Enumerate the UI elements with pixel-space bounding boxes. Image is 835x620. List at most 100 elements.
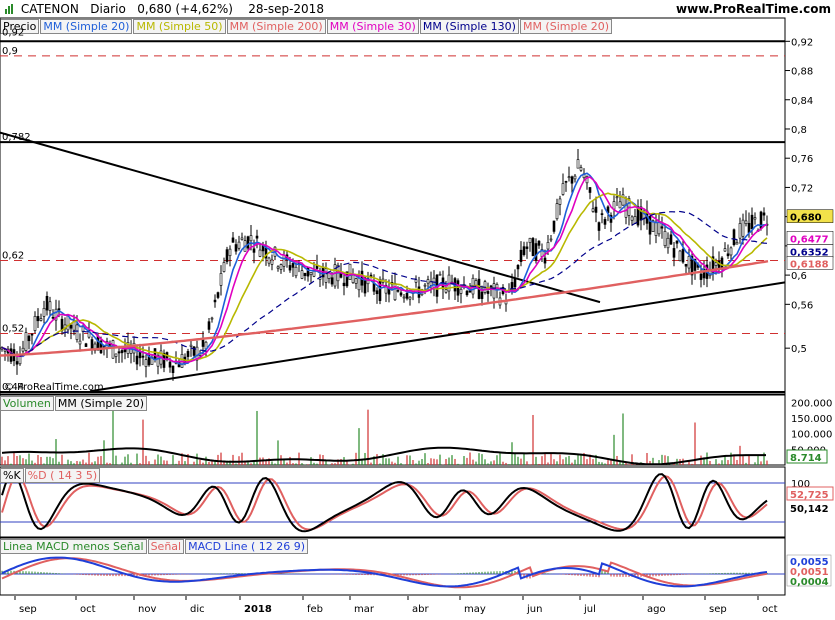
candle-body bbox=[615, 196, 619, 199]
candle-body bbox=[567, 176, 571, 179]
candle-body bbox=[120, 350, 124, 354]
volume-tick-label: 100.000 bbox=[791, 430, 832, 441]
candle-body bbox=[222, 262, 226, 272]
candle-body bbox=[117, 351, 121, 354]
candle-body bbox=[549, 238, 553, 241]
candle-body bbox=[141, 355, 145, 358]
price-panel-frame bbox=[0, 17, 786, 395]
candle-body bbox=[573, 175, 577, 180]
stochastic-legend-item[interactable]: %K bbox=[0, 468, 24, 483]
candle-body bbox=[639, 206, 643, 221]
price-tick-label: 0,92 bbox=[791, 37, 813, 48]
candle-body bbox=[594, 206, 598, 213]
candle-body bbox=[657, 221, 661, 235]
volume-box-label: 8.714 bbox=[790, 453, 822, 464]
x-axis-label: oct bbox=[762, 604, 778, 615]
candle-body bbox=[267, 257, 271, 264]
x-axis-label: feb bbox=[307, 604, 323, 615]
candle-body bbox=[18, 356, 22, 365]
price-box-label: 0,6477 bbox=[790, 234, 829, 245]
candle-body bbox=[36, 316, 40, 322]
candle-body bbox=[309, 272, 313, 275]
macd-legend-item[interactable]: MACD Line ( 12 26 9) bbox=[185, 539, 309, 554]
price-tick-label: 0,72 bbox=[791, 183, 813, 194]
candle-body bbox=[255, 235, 259, 239]
x-axis-label: sep bbox=[709, 604, 727, 615]
x-axis-label: mar bbox=[354, 604, 375, 615]
candle-body bbox=[51, 316, 55, 319]
candle-body bbox=[246, 236, 250, 249]
candle-body bbox=[78, 340, 82, 345]
candle-body bbox=[414, 279, 418, 283]
candle-body bbox=[492, 283, 496, 299]
candle-body bbox=[669, 234, 673, 245]
candle-body bbox=[216, 292, 220, 298]
down-trend-line bbox=[0, 131, 601, 304]
candle-body bbox=[27, 335, 31, 342]
candle-body bbox=[744, 220, 748, 224]
candle-body bbox=[678, 250, 682, 262]
candle-body bbox=[144, 359, 148, 367]
candle-body bbox=[426, 279, 430, 284]
x-axis-label: jul bbox=[583, 604, 596, 615]
candle-body bbox=[741, 219, 745, 237]
x-axis-label: nov bbox=[138, 604, 156, 615]
candle-body bbox=[48, 301, 52, 311]
candle-body bbox=[186, 351, 190, 357]
candle-body bbox=[663, 231, 667, 247]
candle-body bbox=[666, 237, 670, 249]
volume-tick-label: 150.000 bbox=[791, 414, 832, 425]
candle-body bbox=[252, 248, 256, 253]
volume-legend-item[interactable]: MM (Simple 20) bbox=[54, 396, 148, 411]
candle-body bbox=[213, 299, 217, 303]
candle-body bbox=[168, 361, 172, 368]
macd-legend-item[interactable]: Señal bbox=[147, 539, 185, 554]
candle-body bbox=[558, 198, 562, 205]
price-box-label: 0,680 bbox=[790, 213, 822, 224]
candle-body bbox=[729, 247, 733, 256]
candle-body bbox=[111, 340, 115, 359]
candle-body bbox=[240, 237, 244, 240]
candle-body bbox=[75, 324, 79, 340]
candle-body bbox=[531, 238, 535, 257]
candle-body bbox=[30, 333, 34, 336]
candle-body bbox=[393, 283, 397, 301]
price-tick-label: 0,8 bbox=[791, 125, 807, 136]
candle-body bbox=[726, 253, 730, 257]
candle-body bbox=[138, 351, 142, 359]
stochastic-legend-item[interactable]: %D ( 14 3 5) bbox=[24, 468, 101, 483]
candle-body bbox=[723, 248, 727, 252]
macd-legend-item[interactable]: Linea MACD menos Señal bbox=[0, 539, 147, 554]
candle-body bbox=[555, 203, 559, 220]
candle-body bbox=[552, 220, 556, 232]
stoch-box-label: 52,725 bbox=[790, 490, 829, 501]
level-label: 0,92 bbox=[2, 28, 24, 39]
candle-body bbox=[153, 348, 157, 359]
candle-body bbox=[237, 241, 241, 249]
candle-body bbox=[579, 167, 583, 171]
candle-body bbox=[738, 223, 742, 239]
candle-body bbox=[630, 216, 634, 221]
candle-body bbox=[171, 365, 175, 374]
candle-body bbox=[681, 249, 685, 263]
candle-body bbox=[324, 268, 328, 283]
candle-body bbox=[516, 264, 520, 270]
candle-body bbox=[672, 248, 676, 258]
candle-body bbox=[522, 246, 526, 255]
candle-body bbox=[348, 263, 352, 280]
macd-box-label: 0,0004 bbox=[790, 577, 829, 588]
candle-body bbox=[654, 222, 658, 236]
x-axis-label: ago bbox=[647, 604, 666, 615]
candle-body bbox=[618, 201, 622, 209]
candle-body bbox=[588, 187, 592, 193]
candle-body bbox=[570, 176, 574, 184]
candle-body bbox=[282, 254, 286, 267]
price-box-label: 0,6188 bbox=[790, 259, 829, 270]
candle-body bbox=[303, 272, 307, 276]
candle-body bbox=[546, 242, 550, 250]
x-axis-label: may bbox=[464, 604, 486, 615]
price-tick-label: 0,6 bbox=[791, 271, 807, 282]
x-axis-label: sep bbox=[19, 604, 37, 615]
volume-legend-item[interactable]: Volumen bbox=[0, 396, 54, 411]
candle-body bbox=[270, 259, 274, 265]
